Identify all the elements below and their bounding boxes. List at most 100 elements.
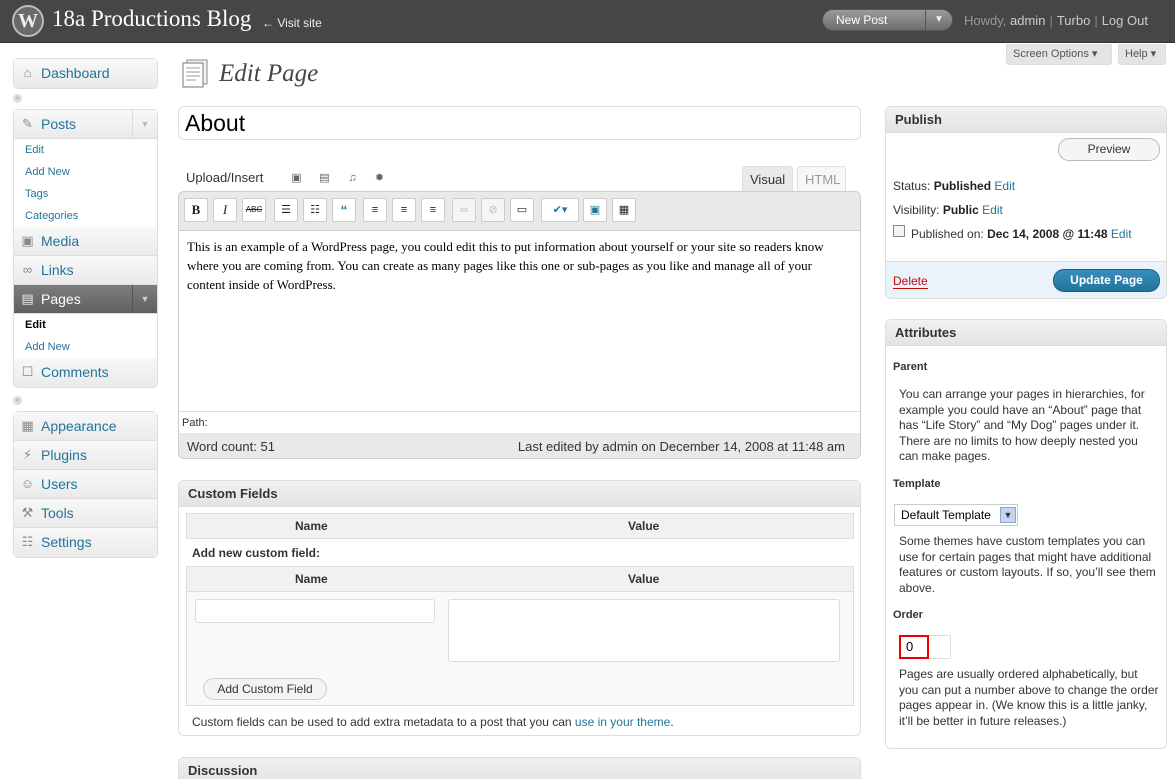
add-audio-icon[interactable]: ♫ xyxy=(346,172,359,185)
more-tag-button[interactable]: ▭ xyxy=(510,198,534,222)
wordpress-logo-icon[interactable]: W xyxy=(12,5,44,37)
menu-item-links[interactable]: ∞ Links xyxy=(14,256,157,285)
edit-visibility-link[interactable]: Edit xyxy=(982,203,1003,217)
menu-item-dashboard[interactable]: ⌂ Dashboard xyxy=(14,59,157,88)
submenu-item-label[interactable]: Categories xyxy=(25,210,78,222)
visit-site-link[interactable]: ← Visit site xyxy=(262,16,322,30)
col-value: Value xyxy=(628,572,660,586)
chevron-down-icon[interactable]: ▼ xyxy=(1000,507,1016,523)
numbered-list-button[interactable]: ☷ xyxy=(303,198,327,222)
submenu-item-label[interactable]: Add New xyxy=(25,166,70,178)
menu-item-users[interactable]: ☺ Users xyxy=(14,470,157,499)
editor-content-area[interactable]: This is an example of a WordPress page, … xyxy=(179,230,860,411)
chevron-down-icon[interactable]: ▼ xyxy=(132,285,157,313)
template-select[interactable]: Default Template ▼ xyxy=(894,504,1018,526)
submenu-item-label[interactable]: Add New xyxy=(25,341,70,353)
add-image-icon[interactable]: ▣ xyxy=(290,172,303,185)
menu-item-label[interactable]: Tools xyxy=(41,505,74,521)
attributes-title[interactable]: Attributes xyxy=(886,320,1166,346)
menu-item-label[interactable]: Settings xyxy=(41,534,92,550)
chevron-down-icon[interactable]: ▼ xyxy=(925,10,952,30)
strikethrough-button[interactable]: ABC xyxy=(242,198,266,222)
unlink-button[interactable]: ⊘ xyxy=(481,198,505,222)
delete-link[interactable]: Delete xyxy=(893,274,928,289)
publish-title[interactable]: Publish xyxy=(886,107,1166,133)
submenu-item-add-new[interactable]: Add New xyxy=(14,336,157,358)
menu-item-comments[interactable]: ☐ Comments xyxy=(14,358,157,387)
menu-item-label[interactable]: Pages xyxy=(41,291,81,307)
order-help: Pages are usually ordered alphabetically… xyxy=(899,667,1159,728)
submenu-item-tags[interactable]: Tags xyxy=(14,183,157,205)
menu-item-label[interactable]: Dashboard xyxy=(41,65,110,81)
bold-button[interactable]: B xyxy=(184,198,208,222)
logout-link[interactable]: Log Out xyxy=(1102,13,1148,28)
submenu-item-edit[interactable]: Edit xyxy=(14,139,157,161)
spellcheck-button[interactable]: ✔▾ xyxy=(541,198,579,222)
new-post-button[interactable]: New Post ▼ xyxy=(822,9,953,31)
new-field-header: Name Value xyxy=(186,566,854,592)
menu-item-label[interactable]: Users xyxy=(41,476,78,492)
link-button[interactable]: ∞ xyxy=(452,198,476,222)
submenu-item-categories[interactable]: Categories xyxy=(14,205,157,227)
post-title-input[interactable] xyxy=(178,106,861,140)
discussion-title[interactable]: Discussion xyxy=(179,758,860,779)
appearance-icon: ▦ xyxy=(21,418,34,433)
menu-separator[interactable]: « xyxy=(13,94,158,104)
edit-date-link[interactable]: Edit xyxy=(1111,227,1132,241)
align-right-button[interactable]: ≡ xyxy=(421,198,445,222)
update-page-button[interactable]: Update Page xyxy=(1053,269,1160,292)
menu-item-posts[interactable]: ✎ Posts ▼ xyxy=(14,110,157,139)
bullet-list-button[interactable]: ☰ xyxy=(274,198,298,222)
submenu-item-label[interactable]: Edit xyxy=(25,319,46,331)
add-custom-field-button[interactable]: Add Custom Field xyxy=(203,678,327,700)
help-tab[interactable]: Help ▾ xyxy=(1118,44,1166,65)
custom-field-value-input[interactable] xyxy=(448,599,840,662)
edit-status-link[interactable]: Edit xyxy=(994,179,1015,193)
chevron-down-icon[interactable]: ▼ xyxy=(132,110,157,138)
menu-item-media[interactable]: ▣ Media xyxy=(14,227,157,256)
align-left-button[interactable]: ≡ xyxy=(363,198,387,222)
collapse-icon[interactable]: « xyxy=(13,396,22,405)
tab-visual[interactable]: Visual xyxy=(742,166,793,192)
submenu-item-edit[interactable]: Edit xyxy=(14,314,157,336)
submenu-item-add-new[interactable]: Add New xyxy=(14,161,157,183)
blockquote-button[interactable]: “ xyxy=(332,198,356,222)
kitchen-sink-button[interactable]: ▦ xyxy=(612,198,636,222)
collapse-icon[interactable]: « xyxy=(13,94,22,103)
menu-item-appearance[interactable]: ▦ Appearance xyxy=(14,412,157,441)
content-editor: B I ABC ☰ ☷ “ ≡ ≡ ≡ ∞ ⊘ ▭ ✔▾ ▣ ▦ This is… xyxy=(178,191,861,459)
screen-options-tab[interactable]: Screen Options ▾ xyxy=(1006,44,1112,65)
custom-fields-title[interactable]: Custom Fields xyxy=(179,481,860,507)
custom-field-name-input[interactable] xyxy=(195,599,435,623)
add-media-icon[interactable]: ✹ xyxy=(373,172,386,185)
fullscreen-button[interactable]: ▣ xyxy=(583,198,607,222)
tab-html[interactable]: HTML xyxy=(797,166,846,192)
menu-item-label[interactable]: Plugins xyxy=(41,447,87,463)
custom-fields-header: Name Value xyxy=(186,513,854,539)
note-text: Custom fields can be used to add extra m… xyxy=(192,715,572,729)
menu-separator[interactable]: « xyxy=(13,396,158,406)
published-value: Dec 14, 2008 @ 11:48 xyxy=(987,227,1108,241)
menu-item-pages[interactable]: ▤ Pages ▼ xyxy=(14,285,157,314)
use-in-theme-link[interactable]: use in your theme xyxy=(575,715,670,729)
submenu-item-label[interactable]: Tags xyxy=(25,188,48,200)
separator: | xyxy=(1094,13,1098,28)
add-video-icon[interactable]: ▤ xyxy=(318,172,331,185)
order-value[interactable]: 0 xyxy=(899,635,929,659)
submenu-item-label[interactable]: Edit xyxy=(25,144,44,156)
italic-button[interactable]: I xyxy=(213,198,237,222)
menu-item-settings[interactable]: ☷ Settings xyxy=(14,528,157,557)
menu-item-label[interactable]: Comments xyxy=(41,364,109,380)
menu-item-tools[interactable]: ⚒ Tools xyxy=(14,499,157,528)
menu-item-label[interactable]: Links xyxy=(41,262,74,278)
menu-item-plugins[interactable]: ⚡ Plugins xyxy=(14,441,157,470)
align-center-button[interactable]: ≡ xyxy=(392,198,416,222)
turbo-link[interactable]: Turbo xyxy=(1057,13,1090,28)
template-help: Some themes have custom templates you ca… xyxy=(899,534,1156,595)
menu-item-label[interactable]: Media xyxy=(41,233,79,249)
menu-item-label[interactable]: Appearance xyxy=(41,418,117,434)
preview-button[interactable]: Preview xyxy=(1058,138,1160,161)
pushpin-icon: ✎ xyxy=(22,116,33,131)
profile-link[interactable]: admin xyxy=(1010,13,1045,28)
menu-item-label[interactable]: Posts xyxy=(41,116,76,132)
